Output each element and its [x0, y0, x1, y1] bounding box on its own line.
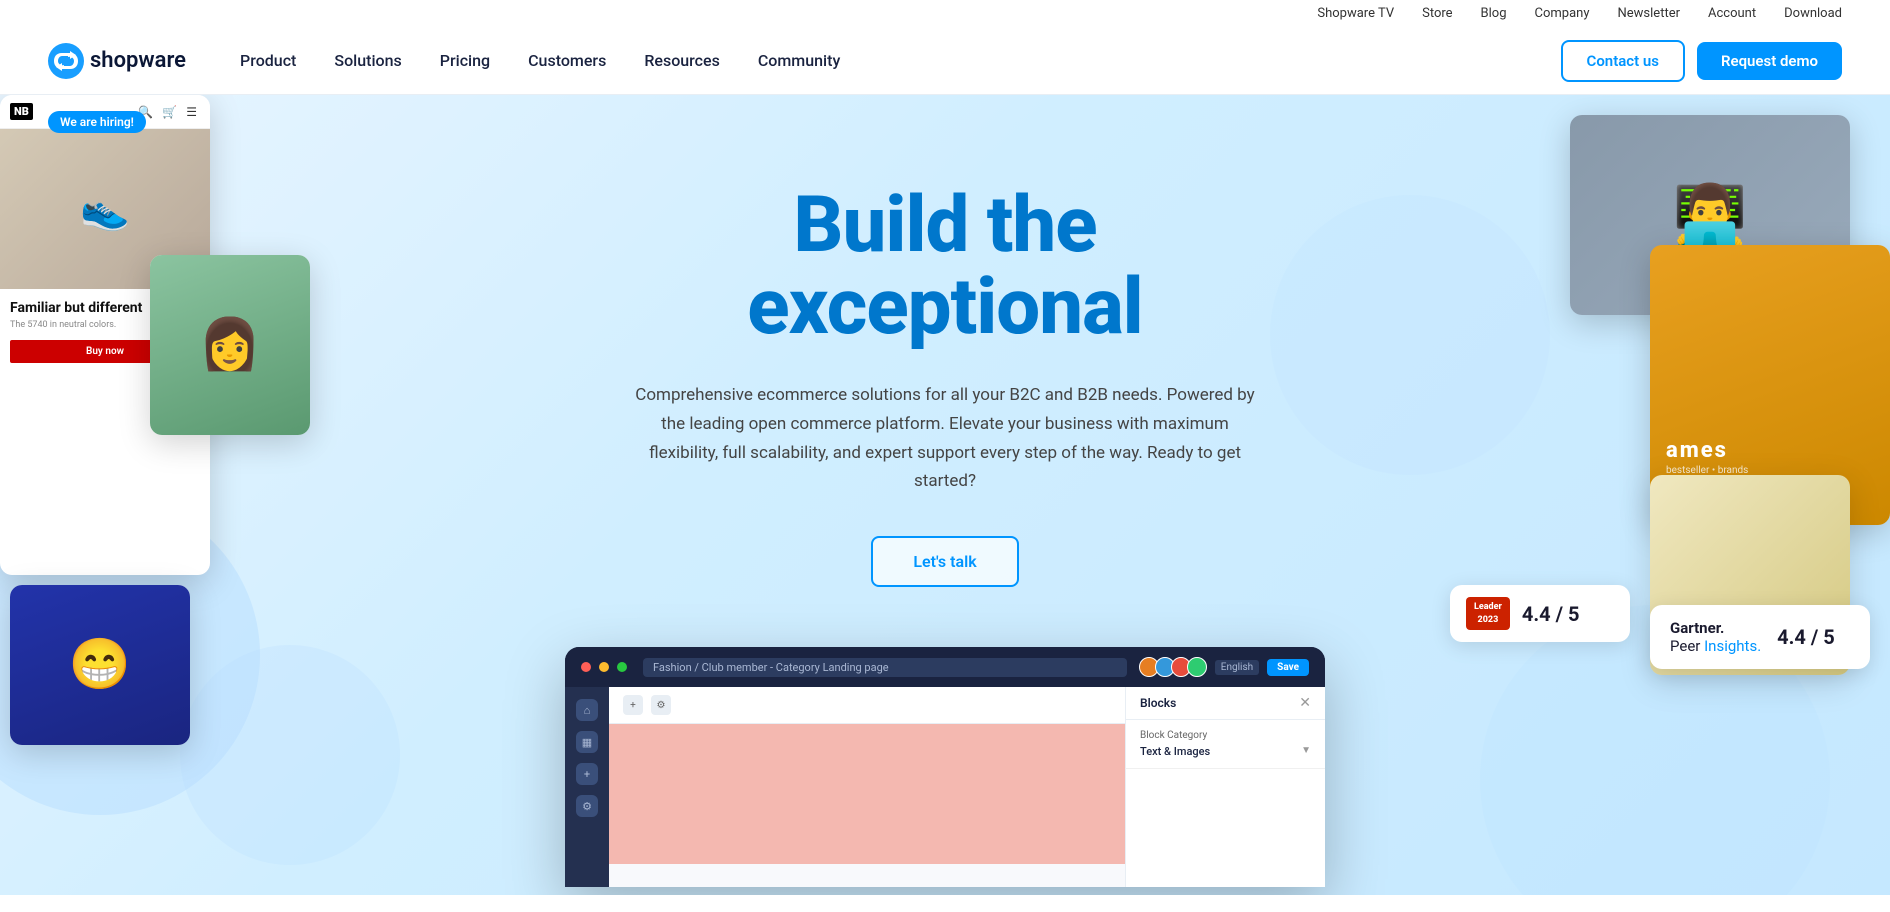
- nb-icons: 🔍 🛒 ☰: [138, 105, 200, 119]
- right-panels: 👨‍💻 ames bestseller • brands Discover Fe…: [1470, 115, 1890, 895]
- window-max-btn[interactable]: [617, 662, 627, 672]
- topbar-link-download[interactable]: Download: [1784, 6, 1842, 21]
- sidebar-layout-icon[interactable]: ▦: [576, 731, 598, 753]
- nb-logo: NB: [10, 103, 33, 120]
- editor-controls: English Save: [1143, 657, 1309, 677]
- hero-title-line2: exceptional: [747, 262, 1143, 353]
- nav-customers[interactable]: Customers: [514, 43, 620, 78]
- nav-community[interactable]: Community: [744, 43, 854, 78]
- left-screenshots: NB 🔍 🛒 ☰ 👟 Familiar but different The 57…: [0, 95, 280, 875]
- canvas-settings-icon[interactable]: ⚙: [651, 695, 671, 715]
- sidebar-home-icon[interactable]: ⌂: [576, 699, 598, 721]
- canvas-content: [609, 724, 1125, 864]
- editor-breadcrumb: Fashion / Club member - Category Landing…: [643, 658, 1127, 677]
- screenshot-girl-card: 👩: [150, 255, 310, 435]
- logo-text: shopware: [90, 48, 186, 73]
- nav-resources[interactable]: Resources: [630, 43, 734, 78]
- editor-right-panel: Blocks ✕ Block Category Text & Images ▼: [1125, 687, 1325, 887]
- gartner-rating: 4.4 / 5: [1777, 625, 1835, 649]
- editor-avatars: [1143, 657, 1207, 677]
- hero-title: Build the exceptional: [625, 185, 1265, 349]
- screenshot-woman-card: 😁: [10, 585, 190, 745]
- panel-section-1: Block Category Text & Images ▼: [1126, 720, 1325, 769]
- nav-pricing[interactable]: Pricing: [426, 43, 504, 78]
- canvas-toolbar: + ⚙: [609, 687, 1125, 724]
- editor-titlebar: Fashion / Club member - Category Landing…: [565, 647, 1325, 687]
- top-bar: Shopware TV Store Blog Company Newslette…: [0, 0, 1890, 27]
- request-demo-button[interactable]: Request demo: [1697, 42, 1842, 80]
- sidebar-plus-icon[interactable]: +: [576, 763, 598, 785]
- editor-sidebar: ⌂ ▦ + ⚙: [565, 687, 609, 887]
- hero-subtitle: Comprehensive ecommerce solutions for al…: [625, 381, 1265, 497]
- leader-badge-card: Leader2023 4.4 / 5: [1450, 585, 1630, 642]
- leader-badge: Leader2023: [1466, 597, 1510, 630]
- avatar-4: [1187, 657, 1207, 677]
- topbar-link-shopwaretv[interactable]: Shopware TV: [1317, 6, 1394, 21]
- hiring-badge[interactable]: We are hiring!: [48, 111, 146, 133]
- gartner-insights-text: Insights: [1704, 637, 1757, 655]
- leader-rating: 4.4 / 5: [1522, 602, 1580, 626]
- navbar: shopware Product Solutions Pricing Custo…: [0, 27, 1890, 95]
- editor-language[interactable]: English: [1215, 660, 1259, 675]
- nav-links: Product Solutions Pricing Customers Reso…: [226, 43, 1560, 78]
- panel-close-icon[interactable]: ✕: [1299, 695, 1311, 711]
- window-min-btn[interactable]: [599, 662, 609, 672]
- gartner-logo: Gartner.: [1670, 619, 1761, 637]
- topbar-link-account[interactable]: Account: [1708, 6, 1756, 21]
- hero-title-line1: Build the: [793, 180, 1096, 271]
- editor-window: Fashion / Club member - Category Landing…: [565, 647, 1325, 887]
- contact-button[interactable]: Contact us: [1561, 40, 1685, 82]
- girl-image: 👩: [150, 255, 310, 435]
- window-close-btn[interactable]: [581, 662, 591, 672]
- topbar-link-newsletter[interactable]: Newsletter: [1618, 6, 1681, 21]
- panel-section1-value: Text & Images ▼: [1140, 745, 1311, 758]
- topbar-link-blog[interactable]: Blog: [1481, 6, 1507, 21]
- gartner-card: Gartner. Peer Insights. 4.4 / 5: [1650, 605, 1870, 669]
- hero-content: Build the exceptional Comprehensive ecom…: [625, 95, 1265, 627]
- nav-actions: Contact us Request demo: [1561, 40, 1842, 82]
- hero-section: We are hiring! NB 🔍 🛒 ☰ 👟 Familiar but d…: [0, 95, 1890, 895]
- woman-image: 😁: [10, 585, 190, 745]
- lets-talk-button[interactable]: Let's talk: [871, 536, 1018, 587]
- nav-solutions[interactable]: Solutions: [320, 43, 415, 78]
- editor-body: ⌂ ▦ + ⚙ + ⚙ Blocks ✕: [565, 687, 1325, 887]
- shopware-logo-icon: [48, 43, 84, 79]
- gartner-peer-insights: Peer Insights.: [1670, 637, 1761, 655]
- canvas-add-icon[interactable]: +: [623, 695, 643, 715]
- logo[interactable]: shopware: [48, 43, 186, 79]
- editor-canvas: + ⚙: [609, 687, 1125, 887]
- panel-header: Blocks ✕: [1126, 687, 1325, 720]
- panel-title: Blocks: [1140, 696, 1176, 710]
- ames-title: ames: [1666, 438, 1728, 463]
- nav-product[interactable]: Product: [226, 43, 310, 78]
- topbar-link-company[interactable]: Company: [1535, 6, 1590, 21]
- editor-preview: Fashion / Club member - Category Landing…: [565, 647, 1325, 887]
- editor-save-button[interactable]: Save: [1267, 659, 1309, 676]
- panel-chevron-icon: ▼: [1301, 745, 1311, 756]
- sidebar-settings-icon[interactable]: ⚙: [576, 795, 598, 817]
- panel-section1-label: Block Category: [1140, 730, 1311, 741]
- topbar-link-store[interactable]: Store: [1422, 6, 1452, 21]
